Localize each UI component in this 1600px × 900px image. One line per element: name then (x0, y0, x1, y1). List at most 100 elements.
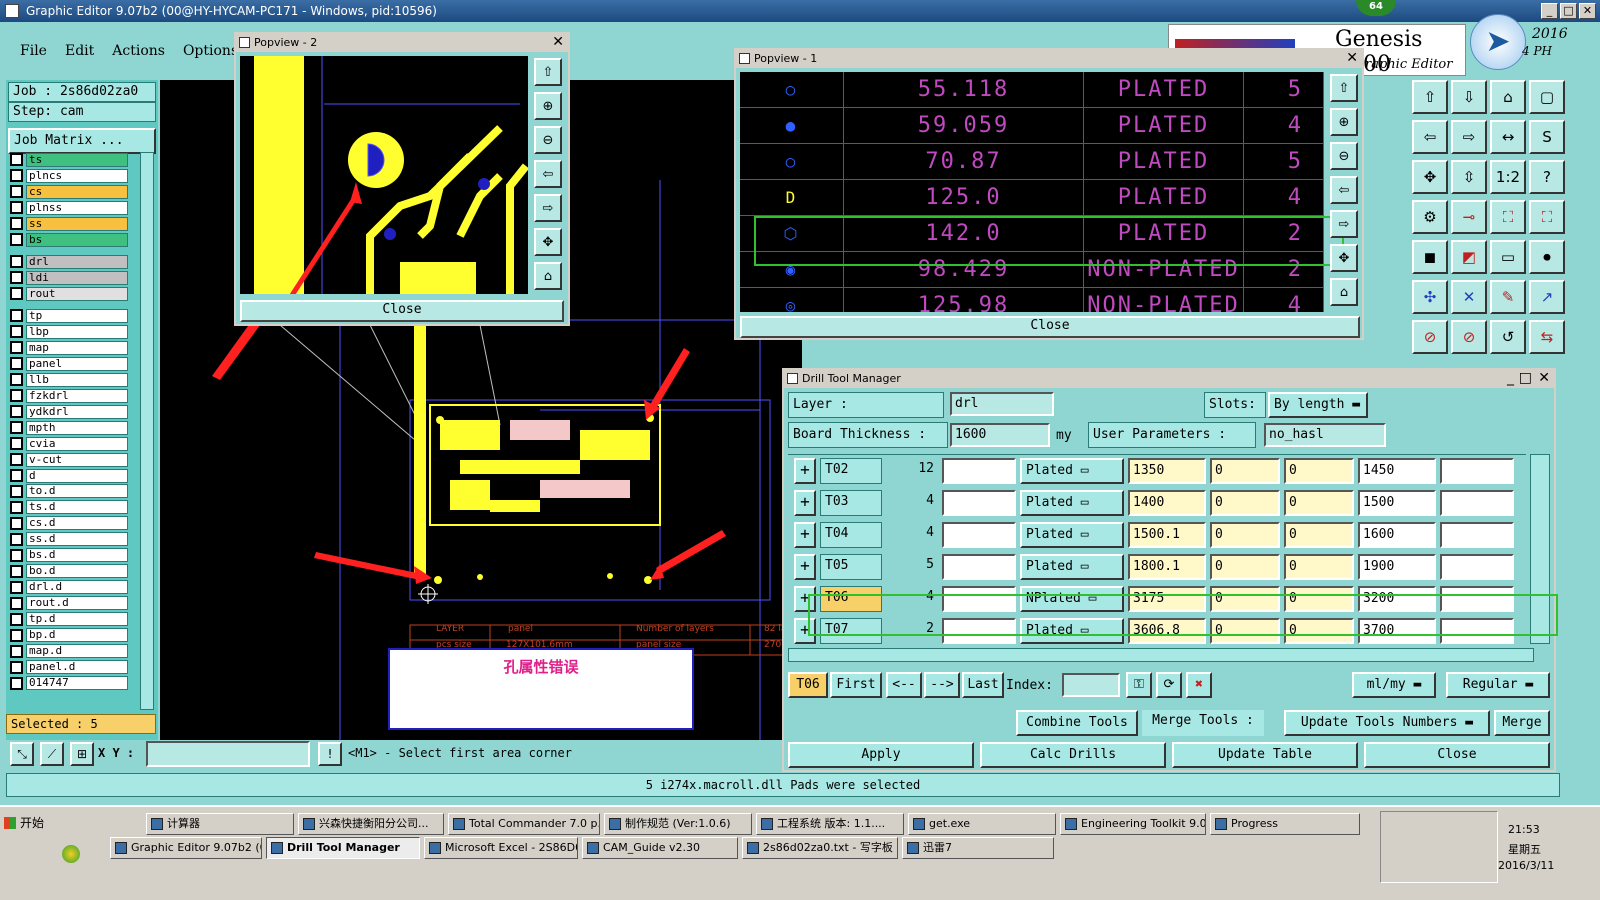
layer-name[interactable]: drl.d (26, 580, 128, 595)
refresh-icon[interactable]: ⟳ (1156, 672, 1182, 698)
zoom-out-button[interactable]: ⊖ (534, 126, 562, 154)
layer-row[interactable]: tp.d (6, 612, 128, 628)
expand-icon[interactable]: + (794, 490, 816, 516)
taskbar-button[interactable]: 工程系统 版本: 1.1.... (756, 813, 904, 835)
layer-row[interactable]: 014747 (6, 676, 128, 692)
pan-left-button[interactable]: ⇦ (1330, 176, 1358, 204)
tool-blank-field[interactable] (942, 522, 1016, 548)
index-field[interactable] (1062, 673, 1120, 697)
toolbar-tool-icon[interactable]: ⊸ (1451, 200, 1487, 234)
layer-row[interactable]: bo.d (6, 564, 128, 580)
quick-launch-icon[interactable] (62, 845, 80, 863)
layer-checkbox[interactable] (10, 255, 23, 269)
layer-checkbox[interactable] (10, 469, 23, 482)
layer-checkbox[interactable] (10, 153, 23, 167)
pan-right-button[interactable]: ⇨ (534, 194, 562, 222)
layer-checkbox[interactable] (10, 580, 23, 594)
tool-extra-field[interactable] (1440, 586, 1514, 612)
zoom-in-button[interactable]: ⊕ (1330, 108, 1358, 136)
layer-name[interactable]: cs (26, 184, 128, 199)
layer-name[interactable]: map (26, 340, 128, 355)
drill-size-field[interactable]: 1450 (1358, 458, 1436, 484)
toolbar-tool-icon[interactable]: ⛶ (1490, 200, 1526, 234)
layer-name[interactable]: drl (26, 254, 128, 269)
layer-name[interactable]: ss.d (26, 532, 128, 547)
toolbar-tool-icon[interactable]: S (1529, 120, 1565, 154)
layer-checkbox[interactable] (10, 201, 23, 215)
expand-icon[interactable]: + (794, 522, 816, 548)
dtm-close-icon[interactable]: ✕ (1538, 371, 1550, 385)
layer-row[interactable]: d (6, 468, 128, 484)
close-button[interactable]: Close (1364, 742, 1550, 768)
tool-type-select[interactable]: Plated ▭ (1020, 618, 1124, 644)
zoom-out-button[interactable]: ⊖ (1330, 142, 1358, 170)
tool-row[interactable]: + T02 12 Plated ▭ 1350 0 0 1450 (788, 455, 1526, 487)
tolerance-plus-field[interactable]: 0 (1210, 522, 1280, 548)
layer-name[interactable]: map.d (26, 644, 128, 659)
finish-size-field[interactable]: 1500.1 (1128, 522, 1206, 548)
layer-name[interactable]: bs (26, 232, 128, 247)
layer-name[interactable]: fzkdrl (26, 388, 128, 403)
drill-list-table[interactable]: ○ 55.118 PLATED 5 ● 59.059 PLATED 4 ○ 70.87 PLATED… (740, 72, 1324, 312)
layer-checkbox[interactable] (10, 309, 23, 323)
tool-type-select[interactable]: Plated ▭ (1020, 554, 1124, 580)
toolbar-tool-icon[interactable]: ? (1529, 160, 1565, 194)
toolbar-tool-icon[interactable]: ✣ (1412, 280, 1448, 314)
drill-size-field[interactable]: 1900 (1358, 554, 1436, 580)
toolbar-tool-icon[interactable]: ⇦ (1412, 120, 1448, 154)
first-button[interactable]: First (830, 672, 882, 698)
tool-row[interactable]: + T07 2 Plated ▭ 3606.8 0 0 3700 (788, 615, 1526, 644)
layer-name[interactable]: rout.d (26, 596, 128, 611)
drill-list-row[interactable]: D 125.0 PLATED 4 (740, 179, 1324, 216)
last-button[interactable]: Last (962, 672, 1004, 698)
layer-name[interactable]: rout (26, 286, 128, 301)
toolbar-tool-icon[interactable]: ⏺ (1529, 240, 1565, 274)
tool-table-hscroll[interactable] (788, 648, 1534, 662)
tolerance-plus-field[interactable]: 0 (1210, 618, 1280, 644)
expand-icon[interactable]: + (794, 554, 816, 580)
expand-icon[interactable]: + (794, 618, 816, 644)
toolbar-tool-icon[interactable]: ◼ (1412, 240, 1448, 274)
combine-tools-button[interactable]: Combine Tools (1016, 710, 1138, 736)
layer-row[interactable]: rout (6, 286, 128, 302)
taskbar-button[interactable]: CAM_Guide v2.30 (582, 837, 738, 859)
measure-button[interactable]: ⟋ (40, 742, 64, 766)
layer-checkbox[interactable] (10, 596, 23, 610)
layer-checkbox[interactable] (10, 389, 23, 403)
pan-right-button[interactable]: ⇨ (1330, 210, 1358, 238)
popview-2-canvas[interactable] (240, 56, 528, 294)
toolbar-tool-icon[interactable]: ⚙ (1412, 200, 1448, 234)
layer-row[interactable]: panel.d (6, 660, 128, 676)
layer-row[interactable]: cs.d (6, 516, 128, 532)
tolerance-minus-field[interactable]: 0 (1284, 554, 1354, 580)
finish-size-field[interactable]: 1350 (1128, 458, 1206, 484)
layer-checkbox[interactable] (10, 548, 23, 562)
layer-name[interactable]: bs.d (26, 548, 128, 563)
popview-2-close-button[interactable]: Close (240, 300, 564, 322)
popview-2-close-icon[interactable]: ✕ (552, 35, 564, 49)
layer-checkbox[interactable] (10, 516, 23, 530)
zoom-area-button[interactable]: ⤡ (10, 742, 34, 766)
home-button[interactable]: ⌂ (1330, 278, 1358, 306)
toolbar-tool-icon[interactable]: ↺ (1490, 320, 1526, 354)
fit-button[interactable]: ✥ (1330, 244, 1358, 272)
units-select[interactable]: ml/my ▬ (1352, 672, 1436, 698)
layer-row[interactable]: map.d (6, 644, 128, 660)
close-window-button[interactable]: ✕ (1579, 3, 1596, 19)
alert-button[interactable]: ! (318, 742, 342, 766)
next-button[interactable]: --> (924, 672, 960, 698)
layer-row[interactable]: ldi (6, 270, 128, 286)
finish-size-field[interactable]: 3175 (1128, 586, 1206, 612)
taskbar-button[interactable]: 计算器 (146, 813, 294, 835)
layer-checkbox[interactable] (10, 484, 23, 498)
layer-checkbox[interactable] (10, 405, 23, 419)
layer-name[interactable]: ldi (26, 270, 128, 285)
layer-row[interactable]: rout.d (6, 596, 128, 612)
layer-checkbox[interactable] (10, 185, 23, 199)
layer-row[interactable]: bs (6, 232, 128, 248)
layer-checkbox[interactable] (10, 564, 23, 578)
taskbar-button[interactable]: get.exe (908, 813, 1056, 835)
layer-row[interactable]: cs (6, 184, 128, 200)
layer-checkbox[interactable] (10, 532, 23, 546)
layer-row[interactable]: ts.d (6, 500, 128, 516)
